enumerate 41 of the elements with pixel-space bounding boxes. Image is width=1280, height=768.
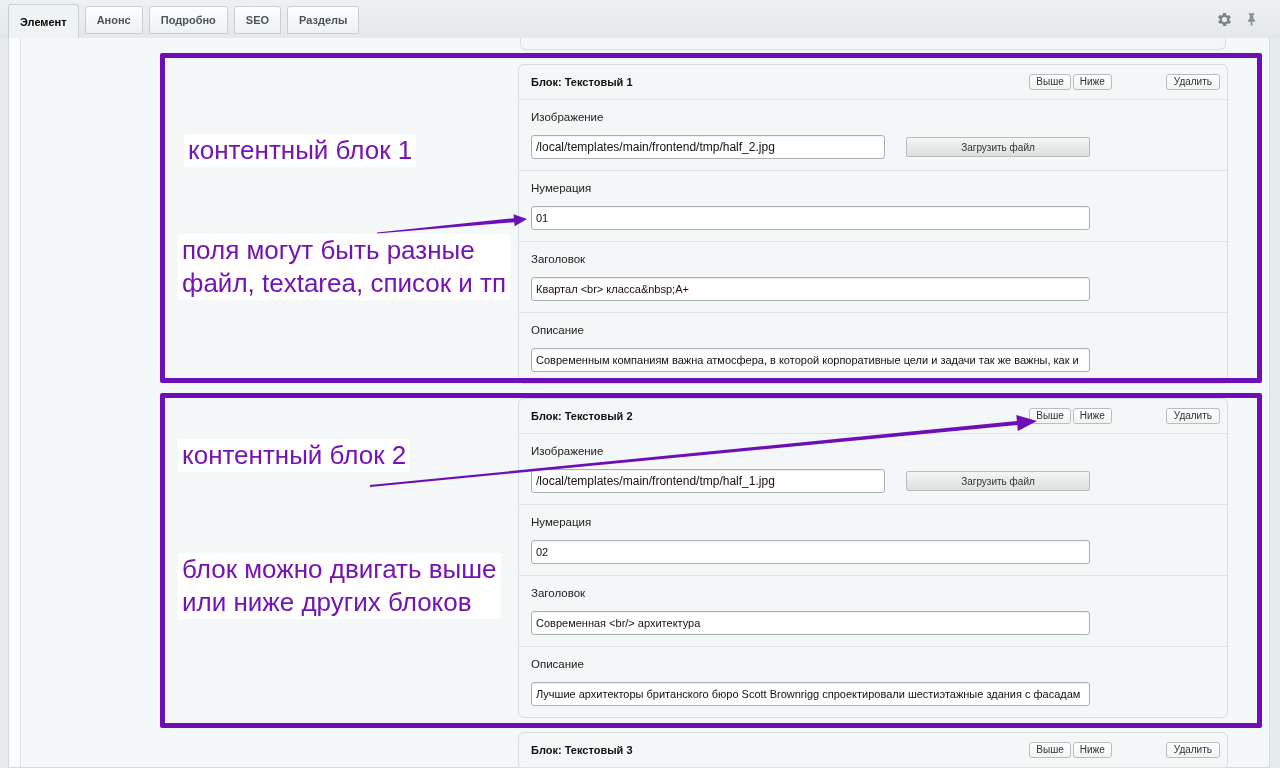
field-label: Нумерация (531, 181, 593, 195)
field-label: Нумерация (531, 515, 593, 529)
annotation-label: контентный блок 2 (178, 439, 411, 472)
input-field[interactable]: Современным компаниям важна атмосфера, в которой корпоративные цели и задачи так же важны, как и (531, 348, 1090, 372)
field-label: Описание (531, 323, 585, 337)
annotation-label: контентный блок 1 (184, 134, 417, 167)
move-up-button[interactable]: Выше (1029, 74, 1071, 90)
block-title: Блок: Текстовый 3 (531, 744, 633, 756)
tab[interactable]: Анонс (84, 6, 143, 34)
tab[interactable]: Элемент (8, 4, 79, 38)
upload-button[interactable]: Загрузить файл (906, 137, 1090, 157)
field-label: Заголовок (531, 586, 587, 600)
annotation-note: поля могут быть разные файл, textarea, список и тп (178, 234, 511, 300)
file-path-field[interactable]: /local/templates/main/frontend/tmp/half_1.jpg (531, 469, 885, 493)
input-field[interactable]: 01 (531, 206, 1090, 230)
file-path-field[interactable]: /local/templates/main/frontend/tmp/half_2.jpg (531, 135, 885, 159)
move-up-button[interactable]: Выше (1029, 408, 1071, 424)
input-field[interactable]: Квартал <br> класса&nbsp;A+ (531, 277, 1090, 301)
move-down-button[interactable]: Ниже (1072, 742, 1112, 758)
field-label: Описание (531, 657, 585, 671)
annotation-note: блок можно двигать выше или ниже других блоков (178, 553, 501, 619)
move-down-button[interactable]: Ниже (1072, 74, 1112, 90)
delete-button[interactable]: Удалить (1165, 742, 1220, 758)
delete-button[interactable]: Удалить (1165, 74, 1220, 90)
input-field[interactable]: Современная <br/> архитектура (531, 611, 1090, 635)
input-field[interactable]: 02 (531, 540, 1090, 564)
block-title: Блок: Текстовый 2 (531, 410, 633, 422)
delete-button[interactable]: Удалить (1165, 408, 1220, 424)
move-down-button[interactable]: Ниже (1072, 408, 1112, 424)
tab[interactable]: Подробно (148, 6, 228, 34)
tab[interactable]: Разделы (287, 6, 360, 34)
move-up-button[interactable]: Выше (1029, 742, 1071, 758)
field-label: Заголовок (531, 252, 587, 266)
field-label: Изображение (531, 110, 605, 124)
input-field[interactable]: Лучшие архитекторы британского бюро Scott Brownrigg спроектировали шестиэтажные здания с фасадам (531, 682, 1090, 706)
pin-icon[interactable] (1247, 12, 1256, 26)
settings-icon[interactable] (1218, 12, 1231, 26)
block-title: Блок: Текстовый 1 (531, 76, 633, 88)
field-label: Изображение (531, 444, 605, 458)
upload-button[interactable]: Загрузить файл (906, 471, 1090, 491)
tab[interactable]: SEO (233, 6, 282, 34)
